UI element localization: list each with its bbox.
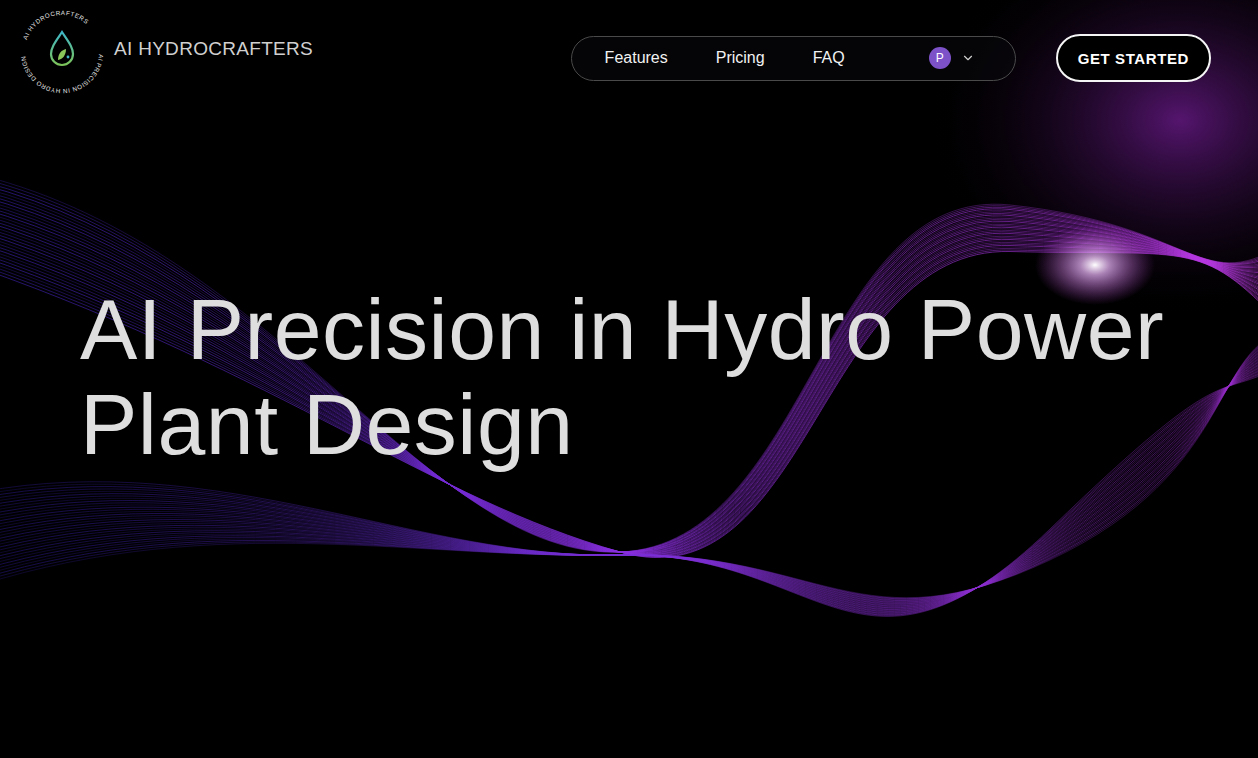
nav-link[interactable]: FAQ — [813, 49, 845, 67]
account-menu[interactable]: P — [929, 47, 975, 69]
brand-name[interactable]: AI HYDROCRAFTERS — [114, 38, 313, 60]
get-started-button[interactable]: GET STARTED — [1056, 34, 1211, 82]
svg-text:AI HYDROCRAFTERS: AI HYDROCRAFTERS — [21, 9, 90, 41]
logo-icon[interactable]: AI HYDROCRAFTERS AI PRECISION IN HYDRO DE… — [18, 8, 106, 96]
hero: AI Precision in Hydro Power Plant Design — [0, 96, 1258, 471]
nav-link[interactable]: Features — [605, 49, 668, 67]
svg-text:AI PRECISION IN HYDRO DESIGN: AI PRECISION IN HYDRO DESIGN — [19, 54, 105, 95]
page-content: AI HYDROCRAFTERS AI PRECISION IN HYDRO DE… — [0, 0, 1258, 471]
nav-bar: Features Pricing FAQ P — [571, 36, 1016, 81]
site-header: AI HYDROCRAFTERS AI PRECISION IN HYDRO DE… — [0, 0, 1258, 96]
landing-page: AI HYDROCRAFTERS AI PRECISION IN HYDRO DE… — [0, 0, 1258, 758]
chevron-down-icon[interactable] — [961, 51, 975, 65]
nav-link[interactable]: Pricing — [716, 49, 765, 67]
brand[interactable]: AI HYDROCRAFTERS AI PRECISION IN HYDRO DE… — [18, 8, 313, 96]
header-actions: Features Pricing FAQ P GET STARTED — [571, 34, 1211, 82]
hero-title: AI Precision in Hydro Power Plant Design — [80, 282, 1178, 471]
account-avatar[interactable]: P — [929, 47, 951, 69]
